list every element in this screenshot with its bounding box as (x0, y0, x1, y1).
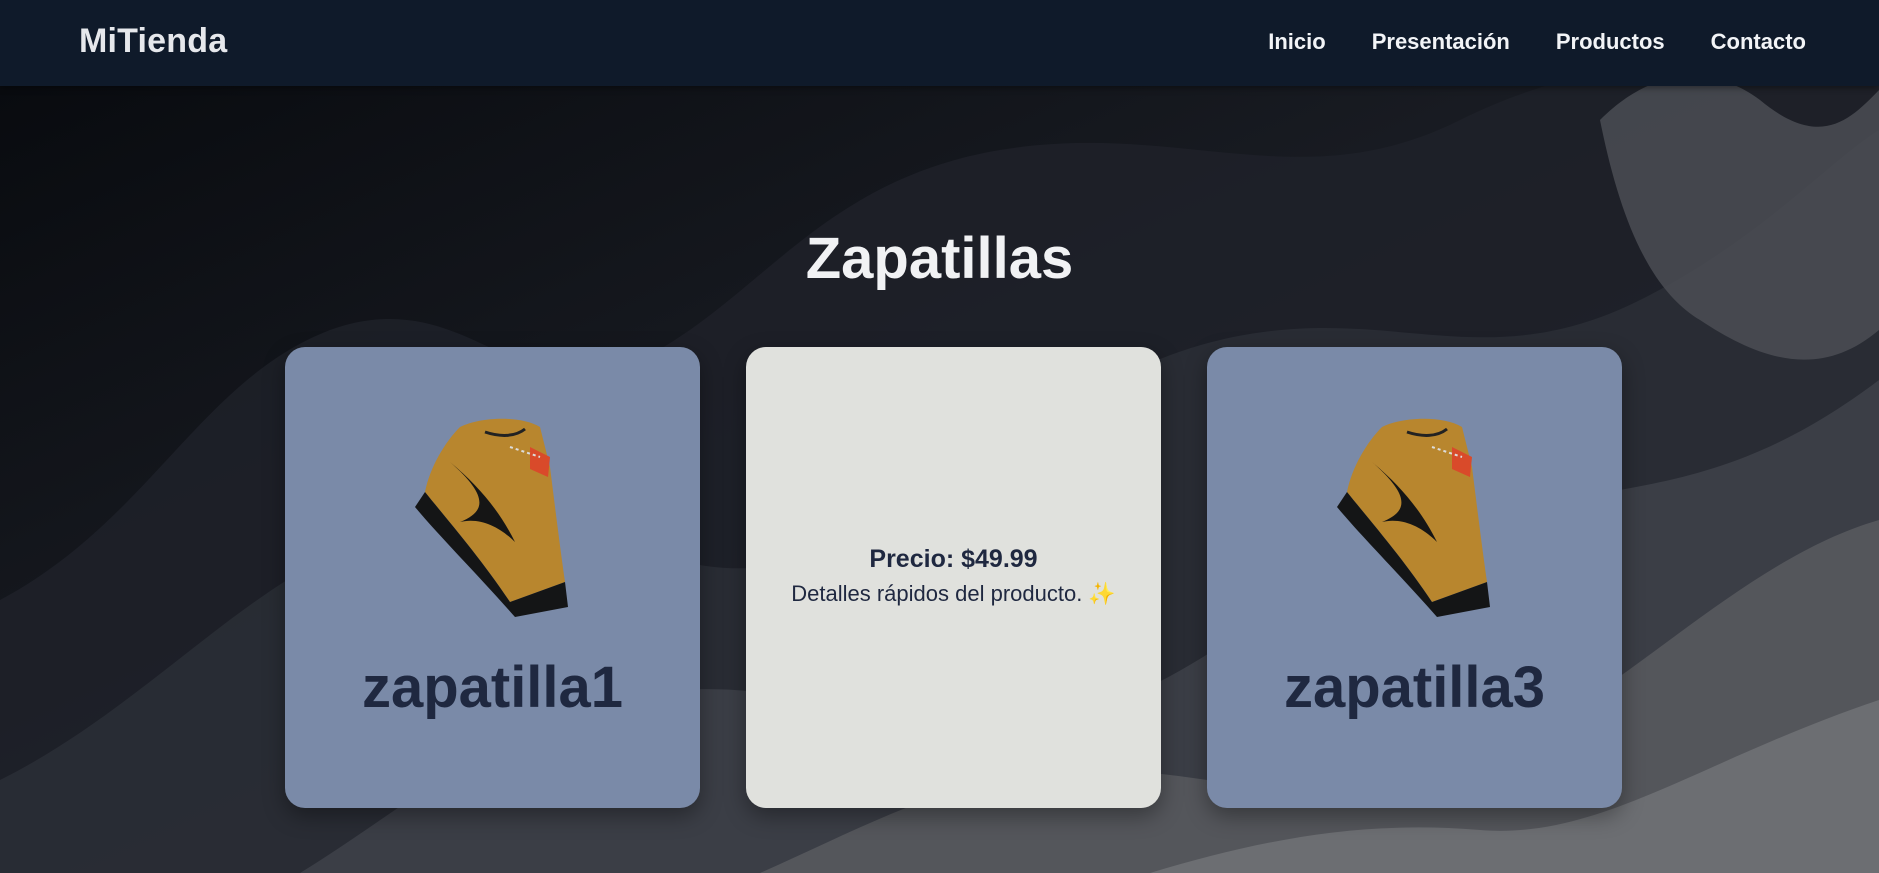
product-description: Detalles rápidos del producto. ✨ (746, 581, 1161, 607)
description-text: Detalles rápidos del producto. (791, 581, 1083, 606)
sneaker-image (1337, 418, 1490, 617)
nav-link-productos[interactable]: Productos (1556, 29, 1665, 55)
page-title: Zapatillas (805, 225, 1074, 291)
nav-link-contacto[interactable]: Contacto (1711, 29, 1806, 55)
sparkle-icon: ✨ (1088, 581, 1116, 606)
main-nav: Inicio Presentación Productos Contacto (1222, 29, 1806, 55)
product-card-2-flipped[interactable]: Precio: $49.99 Detalles rápidos del prod… (746, 347, 1161, 808)
product-card-1[interactable]: zapatilla1 (285, 347, 700, 808)
sneaker-image (415, 418, 568, 617)
product-card-3[interactable]: zapatilla3 (1207, 347, 1622, 808)
nav-link-presentacion[interactable]: Presentación (1372, 29, 1510, 55)
brand-logo[interactable]: MiTienda (79, 22, 227, 61)
top-navbar: MiTienda Inicio Presentación Productos C… (0, 0, 1879, 86)
card-name: zapatilla3 (1283, 655, 1546, 720)
nav-link-inicio[interactable]: Inicio (1268, 29, 1325, 55)
card-name: zapatilla1 (361, 655, 624, 720)
product-price: Precio: $49.99 (869, 545, 1038, 573)
